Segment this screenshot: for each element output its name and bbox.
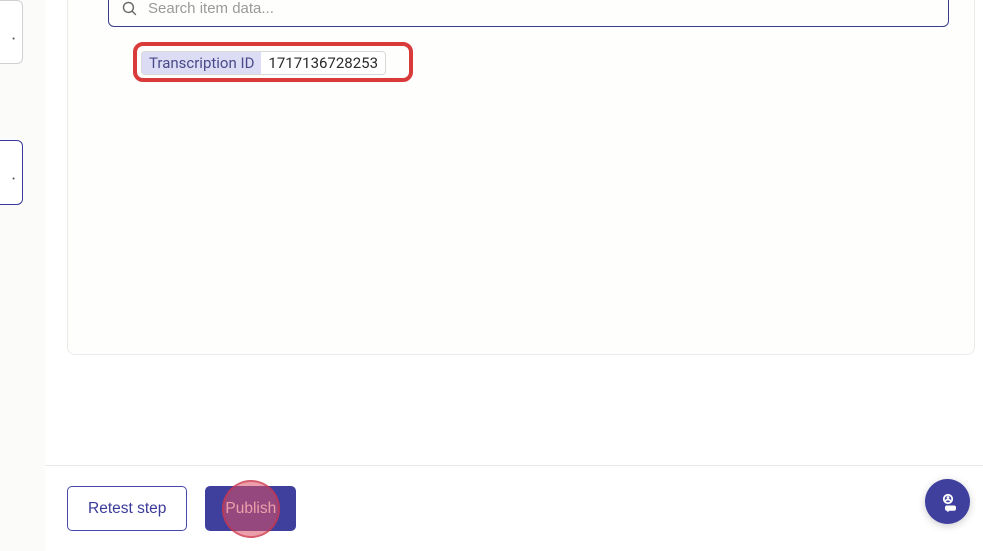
partial-node-box-1[interactable]: · [0,0,23,64]
search-icon [121,0,138,17]
publish-button-label: Publish [225,500,276,518]
ellipsis-icon: · [11,29,16,50]
tag-container: Transcription ID 1717136728253 [141,51,386,75]
help-chat-icon [936,490,960,514]
main-content-area: Transcription ID 1717136728253 Retest st… [45,0,983,551]
tag-label: Transcription ID [142,52,261,74]
publish-button[interactable]: Publish [205,486,296,531]
content-panel: Transcription ID 1717136728253 [67,0,975,355]
tag-value: 1717136728253 [261,52,385,74]
footer-bar: Retest step Publish [45,465,983,551]
partial-node-box-2[interactable]: · [0,140,23,205]
left-sidebar-edge: · · [0,0,45,551]
retest-step-button[interactable]: Retest step [67,486,187,531]
search-input[interactable] [148,0,936,17]
search-box[interactable] [108,0,949,27]
ellipsis-icon: · [11,169,16,190]
help-fab-button[interactable] [925,479,970,524]
transcription-id-tag[interactable]: Transcription ID 1717136728253 [141,51,386,75]
